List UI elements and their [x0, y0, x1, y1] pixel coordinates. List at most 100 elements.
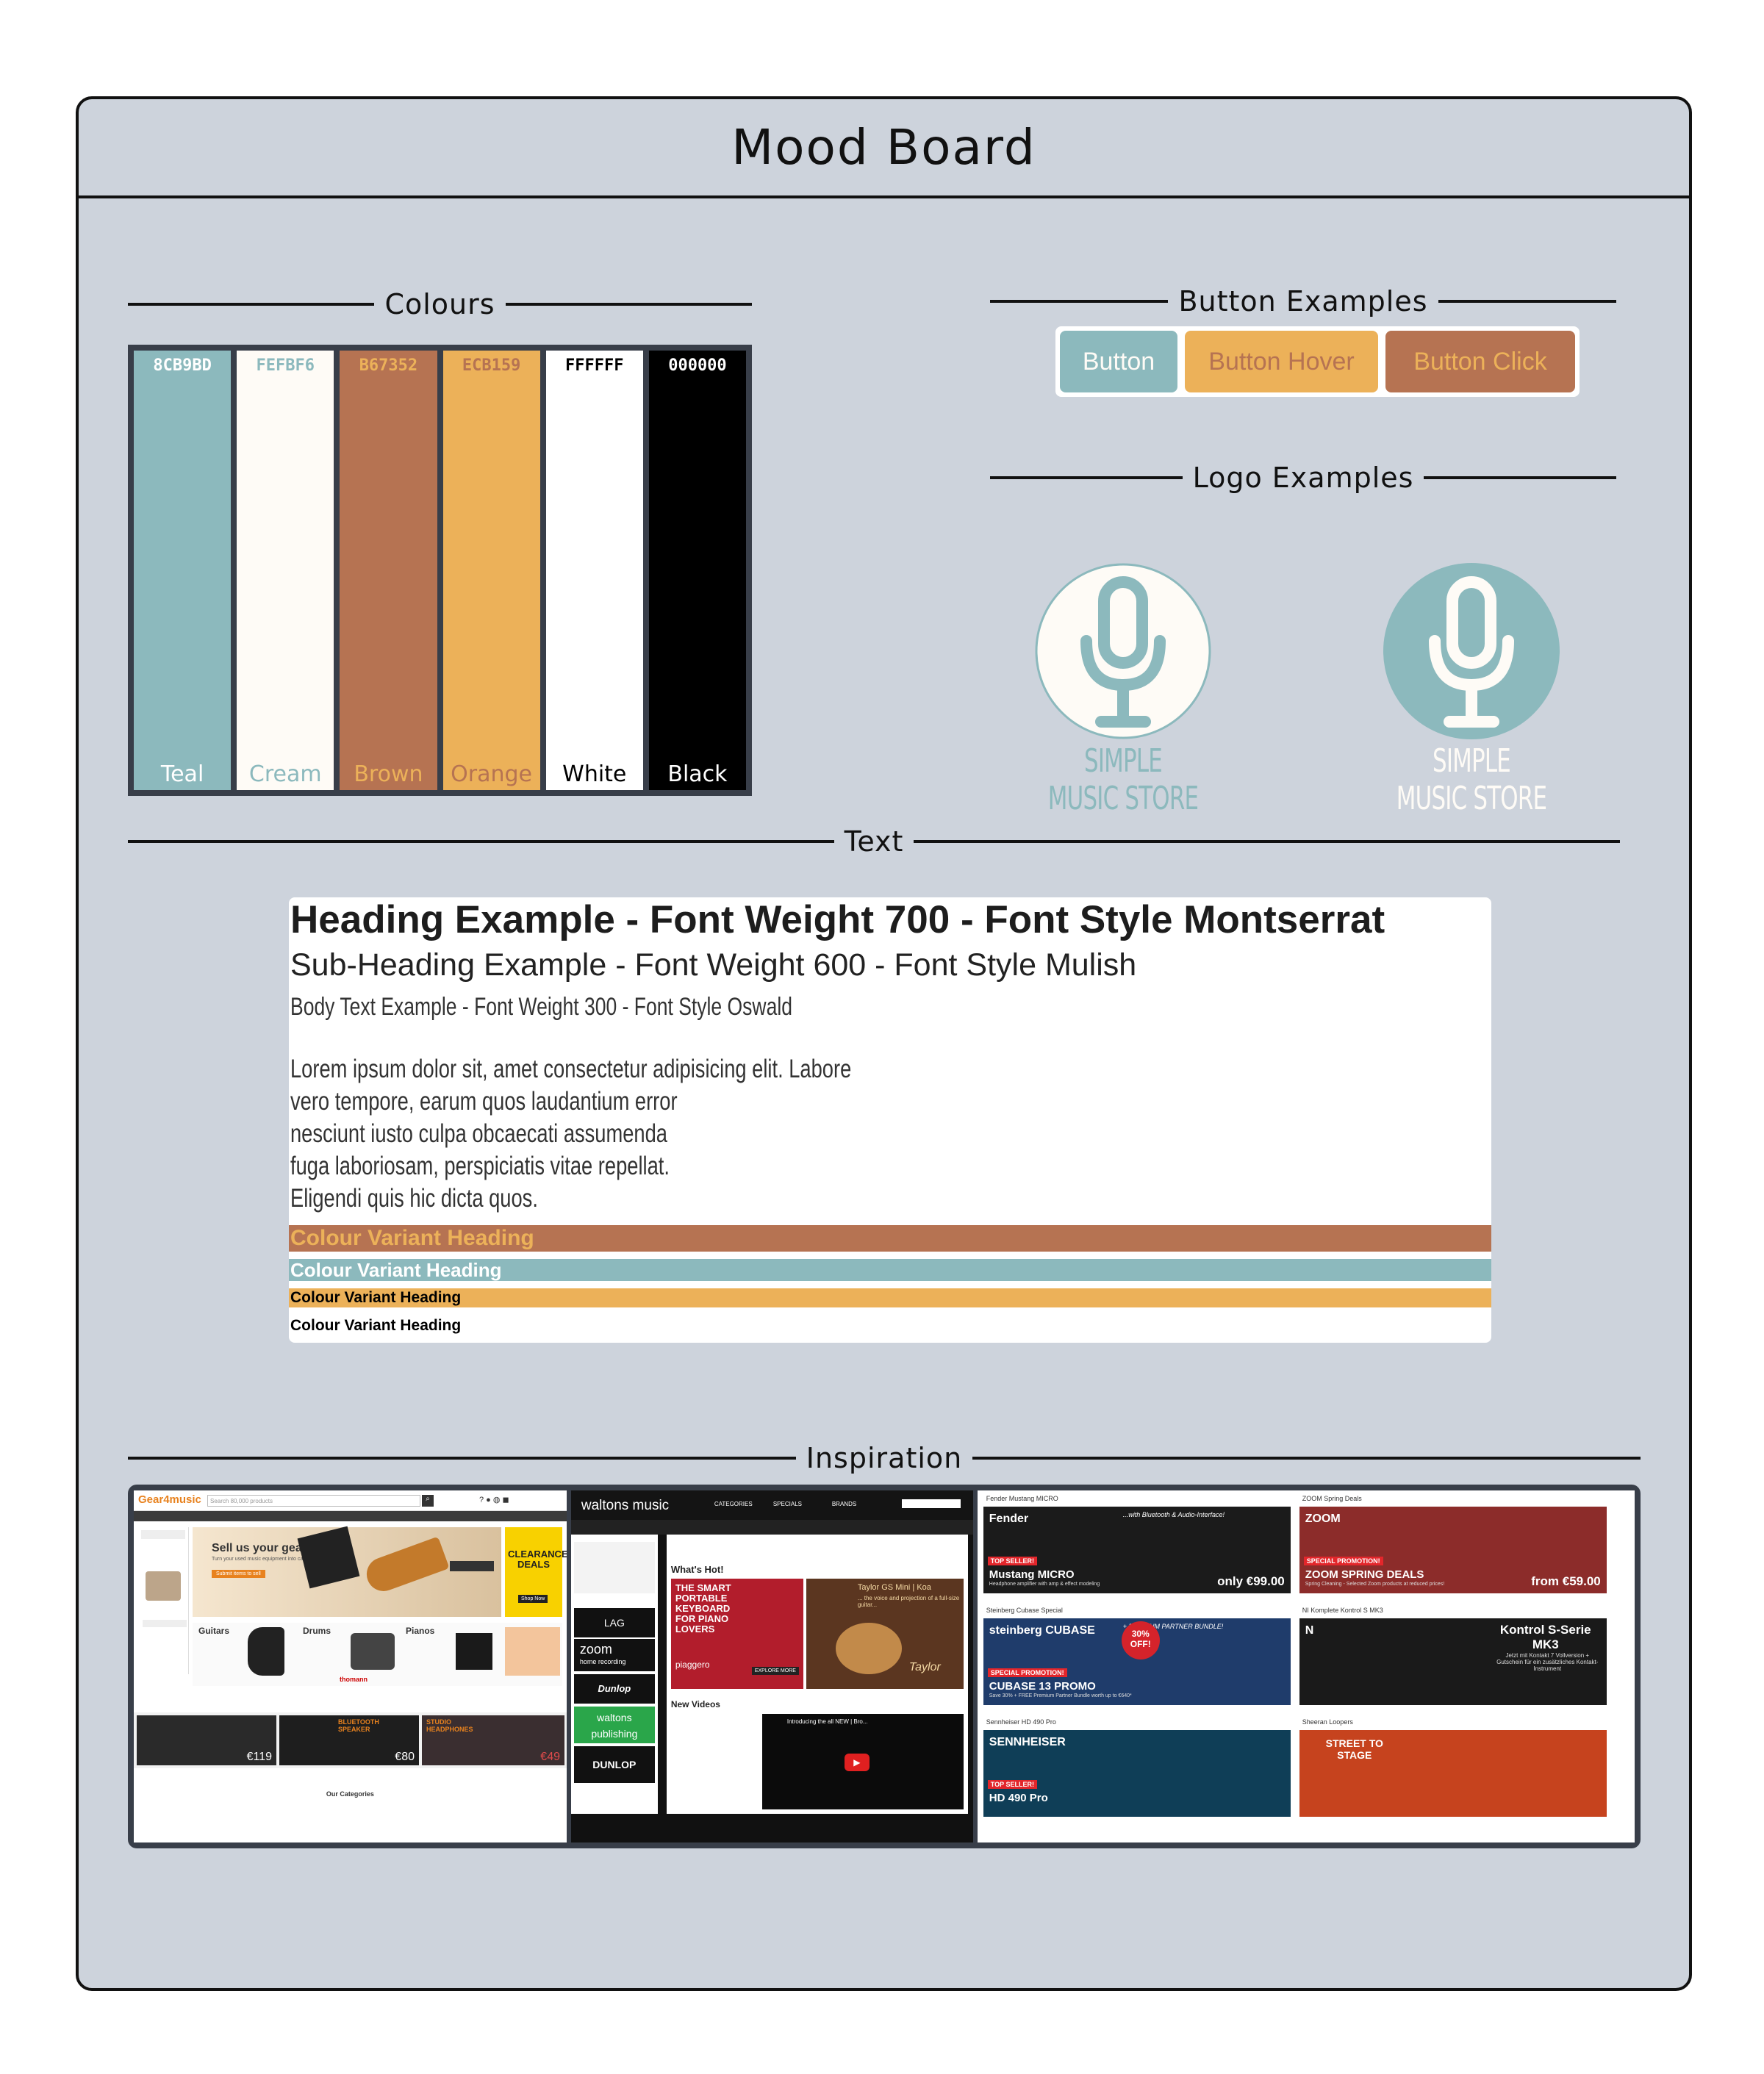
deal-subtitle: Spring Cleaning - Selected Zoom products… — [1305, 1582, 1445, 1587]
example-button[interactable]: Button — [1060, 331, 1177, 392]
guitar-image — [362, 1536, 450, 1596]
colour-variant-heading: Colour Variant Heading — [289, 1225, 1491, 1252]
deal-label: Sennheiser HD 490 Pro — [986, 1718, 1056, 1726]
brand-name: zoom — [579, 1642, 612, 1657]
deal-subtitle: Headphone amplifier with amp & effect mo… — [989, 1582, 1100, 1587]
deal-title: ZOOM SPRING DEALS — [1305, 1568, 1424, 1581]
swatch-teal: 8CB9BD Teal — [134, 351, 232, 790]
deal-banner[interactable]: ZOOM SPECIAL PROMOTION! ZOOM SPRING DEALS S… — [1299, 1507, 1607, 1593]
microphone-logo-icon — [1035, 563, 1211, 739]
hero-banner[interactable]: Sell us your gear! Turn your used music … — [193, 1526, 501, 1617]
promo-tile[interactable]: STUDIO HEADPHONES €49 — [422, 1715, 564, 1765]
sub-nav[interactable] — [570, 1520, 973, 1535]
promo-tile[interactable]: BLUETOOTH SPEAKER €80 — [279, 1715, 419, 1765]
guitar-promo[interactable]: Taylor GS Mini | Koa ... the voice and p… — [806, 1579, 964, 1689]
category-tiles: Guitars Drums Pianos thomann — [193, 1623, 562, 1686]
swatch-name: Brown — [354, 761, 423, 787]
nav-categories[interactable]: CATEGORIES — [714, 1501, 753, 1507]
deal-brand: Fender — [989, 1513, 1029, 1525]
mood-board: Mood Board Colours 8CB9BD Teal FEFBF6 Cream… — [76, 96, 1692, 1991]
contact-box — [141, 1530, 185, 1539]
logo-examples-label: Logo Examples — [1192, 462, 1414, 494]
deal-banner[interactable]: Fender ...with Bluetooth & Audio-Interfac… — [983, 1507, 1291, 1593]
deal-label: Steinberg Cubase Special — [986, 1607, 1063, 1614]
example-button-click[interactable]: Button Click — [1385, 331, 1575, 392]
shop-now-button[interactable]: Shop Now — [518, 1595, 548, 1603]
hero-button[interactable]: Submit items to sell — [212, 1570, 265, 1578]
deal-subtitle: Jetzt mit Kontakt 7 Vollversion + Gutsch… — [1496, 1652, 1599, 1672]
typography-card: Heading Example - Font Weight 700 - Font… — [289, 897, 1491, 1343]
example-button-hover[interactable]: Button Hover — [1185, 331, 1378, 392]
button-examples-label: Button Examples — [1178, 285, 1428, 317]
swatch-hex-code: 000000 — [668, 356, 727, 375]
piano-thumbnail — [456, 1633, 492, 1670]
deal-title: HD 490 Pro — [989, 1792, 1048, 1804]
swatch-hex-code: ECB159 — [462, 356, 521, 375]
lorem-line: Eligendi quis hic dicta quos. — [290, 1184, 538, 1213]
video-player[interactable]: Introducing the all NEW | Bro... ▶ — [761, 1714, 964, 1809]
main-content: What's Hot! THE SMART PORTABLE KEYBOARD … — [666, 1535, 968, 1814]
deal-banner[interactable]: SENNHEISER TOP SELLER! HD 490 Pro — [983, 1730, 1291, 1817]
promo-tile[interactable]: €119 — [137, 1715, 276, 1765]
brand-tile[interactable]: waltons publishing — [573, 1707, 655, 1743]
deal-banner[interactable]: steinberg CUBASE + PREMIUM PARTNER BUNDLE… — [983, 1618, 1291, 1705]
newsletter-box[interactable] — [573, 1542, 655, 1593]
deal-banner[interactable]: N Kontrol S-Serie MK3 Jetzt mit Kontakt 7 … — [1299, 1618, 1607, 1705]
keyboard-image — [450, 1561, 494, 1571]
category-pianos[interactable]: Pianos — [406, 1626, 434, 1636]
brand-tile[interactable]: zoom home recording — [573, 1639, 655, 1671]
category-guitars[interactable]: Guitars — [198, 1626, 229, 1636]
swatch-name: Teal — [160, 761, 204, 787]
divider — [990, 300, 1169, 303]
promo-row: €119 BLUETOOTH SPEAKER €80 STUDIO HEADPH… — [134, 1712, 567, 1768]
clearance-banner[interactable]: CLEARANCE DEALS Shop Now — [505, 1527, 567, 1617]
site-header: waltons music CATEGORIES SPECIALS BRANDS — [570, 1490, 973, 1520]
explore-button[interactable]: EXPLORE MORE — [751, 1667, 799, 1675]
play-icon[interactable]: ▶ — [844, 1754, 870, 1771]
drums-thumbnail — [351, 1633, 395, 1670]
logo-wordmark: SIMPLE MUSIC STORE — [1396, 742, 1547, 817]
category-nav[interactable] — [134, 1511, 567, 1521]
deal-brand: N — [1305, 1624, 1314, 1637]
colour-palette: 8CB9BD Teal FEFBF6 Cream B67352 Brown ECB159 Or… — [128, 345, 752, 796]
deal-badge: TOP SELLER! — [987, 1557, 1037, 1565]
nav-brands[interactable]: BRANDS — [832, 1501, 856, 1507]
deal-banner[interactable]: STREET TO STAGE — [1299, 1730, 1607, 1817]
colour-variant-heading: Colour Variant Heading — [289, 1288, 1491, 1307]
divider — [128, 1457, 796, 1460]
guitar-image — [835, 1623, 902, 1674]
search-input[interactable] — [901, 1499, 961, 1508]
brand-tile[interactable]: LAG — [573, 1608, 655, 1637]
deal-label: Sheeran Loopers — [1302, 1718, 1353, 1726]
explore-tile[interactable] — [505, 1627, 560, 1676]
launchpad-image — [297, 1526, 360, 1589]
swatch-hex-code: 8CB9BD — [153, 356, 212, 375]
nav-specials[interactable]: SPECIALS — [773, 1501, 802, 1507]
brand-sub: home recording — [579, 1658, 626, 1665]
guitar-thumbnail — [248, 1627, 284, 1676]
promo-price: €119 — [246, 1751, 272, 1763]
divider — [505, 303, 752, 306]
deal-price: only €99.00 — [1217, 1574, 1285, 1588]
text-section-heading: Text — [128, 823, 1621, 860]
divider — [990, 476, 1183, 479]
brand-tile[interactable]: DUNLOP — [573, 1746, 655, 1783]
swatch-white: FFFFFF White — [545, 351, 643, 790]
site-logo: waltons music — [581, 1498, 670, 1513]
promo-price: €80 — [395, 1751, 415, 1763]
brand-tile[interactable]: Dunlop — [573, 1674, 655, 1704]
header-icons[interactable]: ? ● ◍ ◼ — [479, 1495, 509, 1504]
text-label: Text — [844, 825, 904, 858]
category-drums[interactable]: Drums — [303, 1626, 331, 1636]
search-input[interactable]: Search 80,000 products — [207, 1495, 420, 1507]
swatch-name: Cream — [248, 761, 322, 787]
search-icon[interactable]: ⌕ — [422, 1495, 434, 1507]
keyboard-promo[interactable]: THE SMART PORTABLE KEYBOARD FOR PIANO LO… — [670, 1579, 803, 1689]
lorem-line: fuga laboriosam, perspiciatis vitae repe… — [290, 1152, 670, 1180]
colour-variant-heading: Colour Variant Heading — [289, 1259, 1491, 1281]
deal-badge: TOP SELLER! — [987, 1780, 1037, 1789]
microphone-logo-icon — [1383, 563, 1560, 739]
thomann-deals-screenshot: Fender Mustang MICRO Fender ...with Blueto… — [977, 1490, 1635, 1842]
lorem-line: nesciunt iusto culpa obcaecati assumenda — [290, 1119, 667, 1148]
swatch-cream: FEFBF6 Cream — [237, 351, 334, 790]
